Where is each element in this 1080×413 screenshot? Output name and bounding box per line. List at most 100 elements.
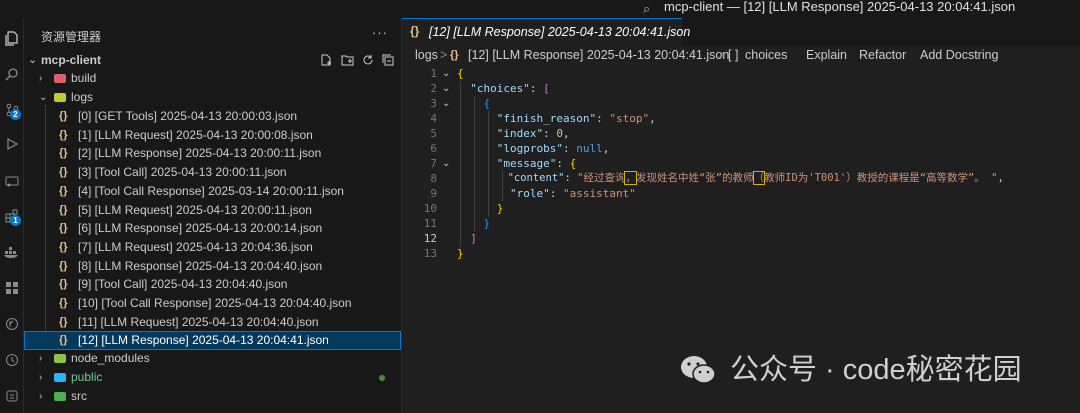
wechat-icon	[681, 356, 716, 384]
log-file-item[interactable]: {} [12] [LLM Response] 2025-04-13 20:04:4…	[24, 331, 401, 351]
codelens-explain[interactable]: Explain	[806, 48, 847, 62]
json-file-icon: {}	[59, 110, 68, 122]
log-file-item[interactable]: {} [3] [Tool Call] 2025-04-13 20:00:11.js…	[24, 163, 401, 182]
code-line-1: {	[457, 67, 464, 80]
line-number: 7	[430, 157, 437, 170]
json-file-icon: {}	[59, 240, 68, 253]
code-line-5: "index": 0,	[496, 127, 570, 140]
source-control-icon[interactable]: 2	[0, 98, 23, 122]
git-modified-dot	[379, 375, 385, 381]
folder-public[interactable]: › public	[24, 368, 401, 387]
log-file-item[interactable]: {} [1] [LLM Request] 2025-04-13 20:00:08.…	[24, 126, 401, 145]
breadcrumb: logs > {} [12] [LLM Response] 2025-04-13…	[402, 46, 1080, 66]
codelens-add-docstring[interactable]: Add Docstring	[920, 48, 999, 62]
code-line-12: ]	[470, 232, 477, 245]
folder-src[interactable]: › src	[24, 387, 401, 406]
workspace-root-label: mcp-client	[41, 53, 102, 67]
line-number: 9	[430, 187, 437, 200]
window-title: mcp-client — [12] [LLM Response] 2025-04…	[664, 0, 1016, 14]
search-icon[interactable]: ⌕	[643, 1, 650, 17]
fold-chevron-icon[interactable]: ⌄	[442, 81, 450, 96]
json-file-icon: {}	[59, 334, 68, 347]
folder-label: build	[71, 71, 97, 85]
chevron-right-icon: ›	[39, 353, 43, 364]
folder-label: node_modules	[71, 351, 150, 365]
activity-bar: 2 1	[0, 18, 24, 413]
editor-tab-active[interactable]: {} [12] [LLM Response] 2025-04-13 20:04:…	[402, 18, 690, 47]
refresh-icon[interactable]	[362, 51, 374, 71]
files-icon[interactable]	[0, 26, 23, 50]
fold-chevron-icon[interactable]: ⌄	[442, 156, 450, 171]
line-number: 12	[423, 232, 437, 245]
log-file-item[interactable]: {} [6] [LLM Response] 2025-04-13 20:00:14…	[24, 219, 401, 238]
codelens-refactor[interactable]: Refactor	[859, 48, 906, 62]
log-file-item[interactable]: {} [8] [LLM Response] 2025-04-13 20:04:40…	[24, 257, 401, 276]
code-line-13: }	[457, 247, 464, 260]
chevron-right-icon: ›	[39, 73, 43, 84]
code-line-11: }	[483, 217, 491, 230]
json-file-icon: {}	[410, 24, 420, 38]
log-file-label: [1] [LLM Request] 2025-04-13 20:00:08.js…	[78, 127, 313, 142]
run-debug-icon[interactable]	[0, 132, 23, 156]
log-file-label: [11] [LLM Request] 2025-04-13 20:04:40.j…	[78, 314, 319, 329]
explorer-panel: 资源管理器 ··· ⌄ mcp-client › build ⌄ logs {}…	[24, 18, 402, 413]
log-file-label: [12] [LLM Response] 2025-04-13 20:04:41.…	[78, 333, 329, 348]
log-file-label: [0] [GET Tools] 2025-04-13 20:00:03.json	[78, 109, 298, 123]
fold-chevron-icon[interactable]: ⌄	[442, 66, 450, 81]
log-file-item[interactable]: {} [2] [LLM Response] 2025-04-13 20:00:11…	[24, 144, 401, 163]
json-file-icon: {}	[59, 184, 68, 197]
folder-label: public	[71, 370, 103, 384]
log-file-item[interactable]: {} [10] [Tool Call Response] 2025-04-13 2…	[24, 294, 401, 313]
log-file-item[interactable]: {} [11] [LLM Request] 2025-04-13 20:04:40…	[24, 313, 401, 332]
folder-logs[interactable]: ⌄ logs	[24, 88, 401, 107]
code-line-8: "content": "经过查询，发现姓名中姓“张”的教师（教师ID为'T001…	[507, 171, 1004, 185]
json-file-icon: {}	[59, 297, 68, 309]
timeline-icon[interactable]	[0, 348, 23, 372]
search-icon[interactable]	[0, 62, 23, 86]
json-file-icon: {}	[59, 203, 68, 216]
folder-build[interactable]: › build	[24, 69, 401, 88]
line-number: 3	[430, 97, 437, 110]
database-icon[interactable]	[0, 384, 23, 408]
extensions-icon[interactable]: 1	[0, 204, 23, 228]
git-graph-icon[interactable]	[0, 312, 23, 336]
code-line-2: "choices": [	[470, 82, 550, 95]
breadcrumb-separator: >	[440, 48, 448, 62]
folder-icon	[54, 392, 66, 401]
more-actions-icon[interactable]: ···	[372, 25, 388, 40]
breadcrumb-folder[interactable]: logs	[415, 48, 438, 62]
array-symbol-icon: [ ]	[728, 48, 739, 62]
folder-open-icon	[54, 93, 66, 102]
code-line-9: "role": "assistant"	[509, 187, 636, 200]
chevron-right-icon: ›	[39, 391, 43, 402]
line-number: 4	[430, 112, 437, 125]
json-file-icon: {}	[59, 259, 68, 272]
log-file-item[interactable]: {} [0] [GET Tools] 2025-04-13 20:00:03.js…	[24, 107, 401, 126]
log-file-label: [4] [Tool Call Response] 2025-03-14 20:0…	[78, 183, 344, 198]
workspace-root[interactable]: ⌄ mcp-client	[24, 51, 401, 69]
docker-icon[interactable]	[0, 240, 23, 264]
log-file-label: [5] [LLM Request] 2025-04-13 20:00:11.js…	[78, 202, 312, 217]
log-file-label: [10] [Tool Call Response] 2025-04-13 20:…	[78, 296, 352, 310]
json-file-icon: {}	[59, 128, 68, 141]
remote-explorer-icon[interactable]	[0, 169, 23, 193]
fold-chevron-icon[interactable]: ⌄	[442, 96, 450, 111]
log-file-item[interactable]: {} [7] [LLM Request] 2025-04-13 20:04:36.…	[24, 238, 401, 257]
log-file-label: [6] [LLM Response] 2025-04-13 20:00:14.j…	[78, 221, 323, 236]
log-file-label: [2] [LLM Response] 2025-04-13 20:00:11.j…	[78, 146, 322, 161]
extensions-badge: 1	[10, 215, 21, 226]
log-file-item[interactable]: {} [9] [Tool Call] 2025-04-13 20:04:40.js…	[24, 275, 401, 294]
grid-icon[interactable]	[0, 276, 23, 300]
new-file-icon[interactable]	[320, 51, 332, 71]
line-number: 10	[423, 202, 437, 215]
line-number: 6	[430, 142, 437, 155]
log-file-item[interactable]: {} [5] [LLM Request] 2025-04-13 20:00:11.…	[24, 201, 401, 220]
breadcrumb-symbol[interactable]: choices	[745, 48, 787, 62]
chevron-down-icon: ⌄	[39, 92, 48, 103]
breadcrumb-file[interactable]: [12] [LLM Response] 2025-04-13 20:04:41.…	[468, 48, 729, 62]
folder-icon	[54, 74, 66, 83]
log-file-item[interactable]: {} [4] [Tool Call Response] 2025-03-14 20…	[24, 182, 401, 201]
new-folder-icon[interactable]	[341, 51, 354, 71]
folder-node-modules[interactable]: › node_modules	[24, 349, 401, 368]
json-file-icon: {}	[59, 278, 68, 291]
